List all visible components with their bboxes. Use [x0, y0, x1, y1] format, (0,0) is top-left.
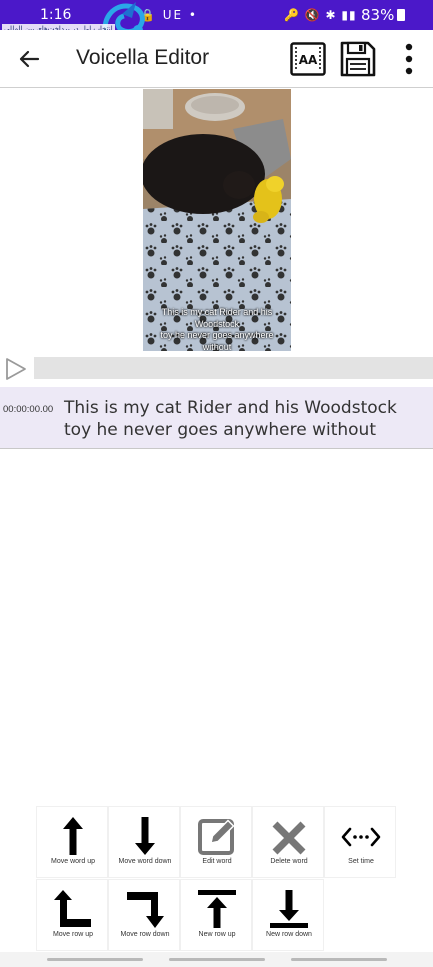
new-row-down-button[interactable]: New row down	[252, 879, 324, 951]
tool-label: Delete word	[270, 858, 308, 865]
save-icon	[340, 41, 376, 77]
page-title: Voicella Editor	[76, 46, 210, 69]
move-row-up-button[interactable]: Move row up	[36, 879, 108, 951]
arrow-down-icon	[135, 817, 155, 855]
move-word-up-button[interactable]: Move word up	[36, 806, 108, 878]
system-nav-bar	[0, 952, 433, 967]
status-right-icons: 🔑 🔇 ✱ ▮▮	[284, 8, 357, 22]
app-bar: Voicella Editor AA	[0, 30, 433, 88]
align-top-arrow-icon	[198, 890, 236, 928]
align-bottom-arrow-icon	[270, 890, 308, 928]
video-caption-overlay: This is my cat Rider and his Woodstock t…	[143, 307, 291, 351]
more-vert-icon	[405, 43, 413, 75]
tool-label: Move row up	[52, 931, 94, 938]
play-icon[interactable]	[3, 356, 29, 382]
tool-label: Move word down	[118, 858, 172, 865]
tool-label: Set time	[348, 858, 374, 865]
timeline-seekbar[interactable]	[34, 357, 433, 379]
nav-recents-handle[interactable]	[47, 958, 143, 961]
battery-icon	[397, 9, 406, 21]
battery-percent: 83%	[361, 6, 395, 24]
code-dots-icon	[341, 827, 381, 847]
video-preview[interactable]: This is my cat Rider and his Woodstock t…	[143, 89, 291, 351]
back-arrow-icon[interactable]	[14, 44, 44, 74]
caption-line: Woodstock	[194, 318, 240, 329]
tool-label: Move row down	[120, 931, 170, 938]
turn-up-left-icon	[54, 890, 91, 927]
word-tools-panel: Move word up Move word down Edit word De…	[36, 806, 398, 952]
delete-word-button[interactable]: Delete word	[252, 806, 324, 878]
captions-icon-text: AA	[299, 53, 318, 67]
new-row-up-button[interactable]: New row up	[180, 879, 252, 951]
move-row-down-button[interactable]: Move row down	[108, 879, 180, 951]
edit-icon	[198, 819, 235, 855]
tool-label: New row down	[266, 931, 312, 938]
caption-line: toy he never goes anywhere	[160, 330, 274, 340]
close-icon	[272, 821, 306, 855]
caption-line: without	[202, 341, 232, 352]
subtitle-row[interactable]: 00:00:00.00 This is my cat Rider and his…	[0, 387, 433, 449]
save-button[interactable]	[339, 40, 377, 78]
caption-line: This is my cat Rider and his	[161, 307, 273, 317]
nav-home-handle[interactable]	[169, 958, 265, 961]
battery-indicator: 83%	[361, 6, 406, 24]
tool-label: New row up	[198, 931, 236, 938]
subtitle-timestamp[interactable]: 00:00:00.00	[3, 404, 53, 415]
move-word-down-button[interactable]: Move word down	[108, 806, 180, 878]
nav-back-handle[interactable]	[291, 958, 387, 961]
set-time-button[interactable]: Set time	[324, 806, 396, 878]
captions-style-button[interactable]: AA	[289, 40, 327, 78]
captions-style-icon: AA	[290, 42, 326, 76]
turn-down-right-icon	[127, 892, 164, 928]
subtitle-text[interactable]: This is my cat Rider and his Woodstock t…	[64, 397, 429, 441]
arrow-up-icon	[63, 817, 83, 855]
edit-word-button[interactable]: Edit word	[180, 806, 252, 878]
more-options-button[interactable]	[395, 40, 423, 78]
tool-label: Move word up	[51, 858, 95, 865]
tool-label: Edit word	[202, 858, 232, 865]
